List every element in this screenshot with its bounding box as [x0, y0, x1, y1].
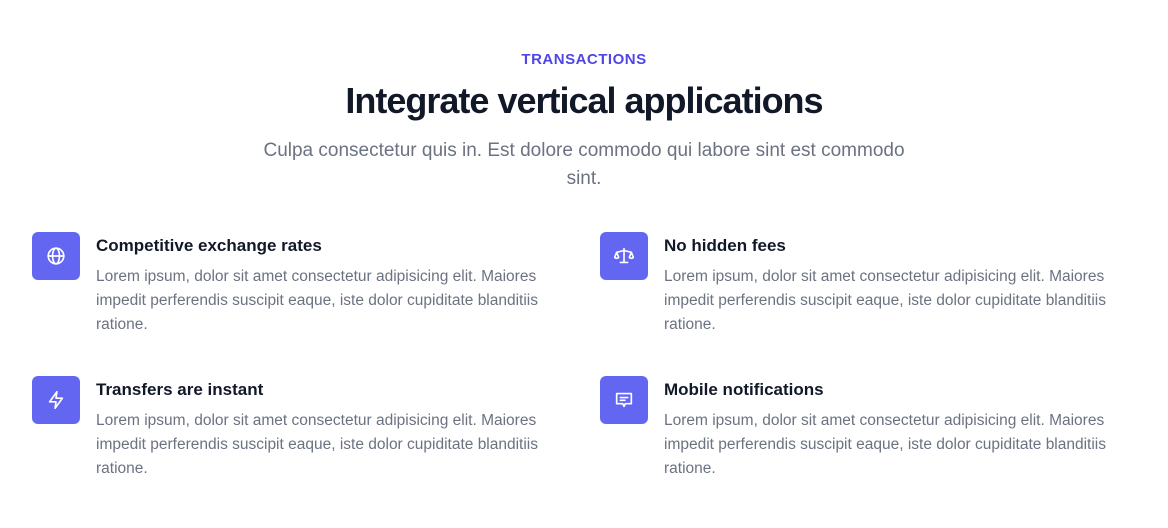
section-eyebrow: TRANSACTIONS	[521, 51, 647, 68]
feature-item: Transfers are instant Lorem ipsum, dolor…	[32, 376, 572, 486]
feature-title: Competitive exchange rates	[96, 236, 322, 255]
lightning-bolt-icon	[32, 376, 80, 424]
feature-description: Lorem ipsum, dolor sit amet consectetur …	[664, 268, 1106, 333]
features-section: TRANSACTIONS Integrate vertical applicat…	[0, 0, 1168, 528]
feature-title: Transfers are instant	[96, 380, 264, 399]
section-subtitle: Culpa consectetur quis in. Est dolore co…	[263, 140, 905, 189]
feature-title: Mobile notifications	[664, 380, 824, 399]
section-title: Integrate vertical applications	[345, 80, 823, 121]
feature-title: No hidden fees	[664, 236, 786, 255]
feature-item: Competitive exchange rates Lorem ipsum, …	[32, 232, 572, 342]
chat-alt-icon	[600, 376, 648, 424]
feature-item: No hidden fees Lorem ipsum, dolor sit am…	[600, 232, 1140, 342]
feature-item: Mobile notifications Lorem ipsum, dolor …	[600, 376, 1140, 486]
globe-icon	[32, 232, 80, 280]
feature-description: Lorem ipsum, dolor sit amet consectetur …	[96, 268, 538, 333]
feature-description: Lorem ipsum, dolor sit amet consectetur …	[96, 412, 538, 477]
scale-icon	[600, 232, 648, 280]
feature-description: Lorem ipsum, dolor sit amet consectetur …	[664, 412, 1106, 477]
